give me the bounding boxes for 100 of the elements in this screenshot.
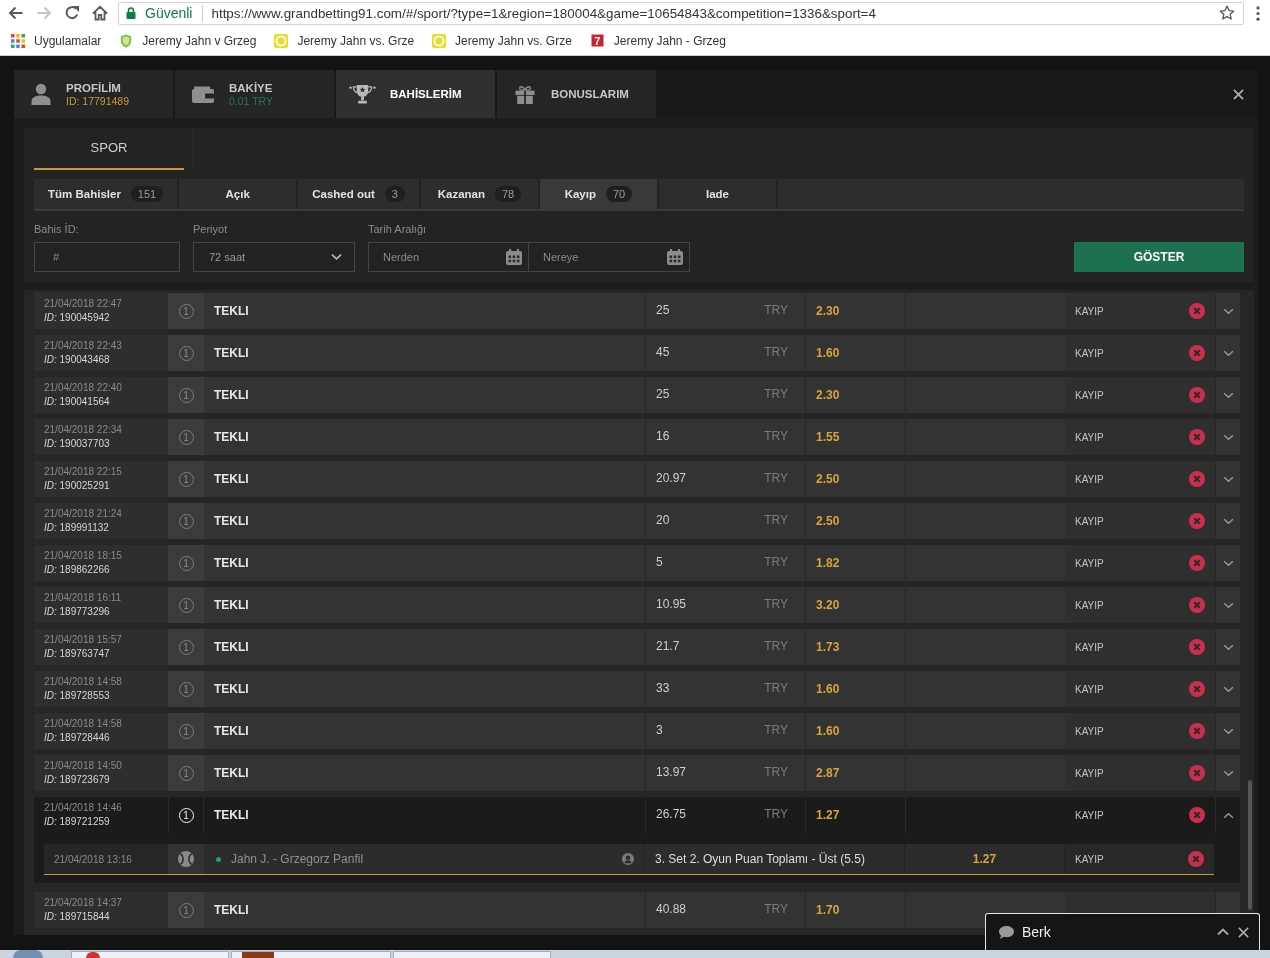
bet-date: 21/04/2018 15:57 (44, 633, 122, 647)
currency-label: TRY (764, 387, 788, 401)
bet-id: ID: 189728553 (44, 689, 110, 703)
field-label: Tarih Aralığı (368, 223, 427, 236)
bet-id-field[interactable]: # (34, 242, 180, 272)
period-dropdown[interactable]: 72 saat (193, 242, 355, 272)
bet-id: ID: 189862266 (44, 563, 110, 577)
filter-tab[interactable]: Kayıp 70 (539, 179, 657, 209)
count-badge: 70 (606, 186, 633, 202)
bet-type-cell: TEKLI (204, 335, 645, 371)
stake-amount: 25 (656, 387, 670, 401)
star-icon (1219, 5, 1235, 21)
expand-button[interactable] (1215, 755, 1240, 791)
odds-cell: 2.30 (805, 377, 905, 413)
currency-label: TRY (764, 345, 788, 359)
stake-amount: 21.7 (656, 639, 680, 653)
chevron-down-icon (1222, 685, 1234, 693)
expand-button[interactable] (1215, 671, 1240, 707)
currency-label: TRY (764, 513, 788, 527)
expand-button[interactable] (1215, 503, 1240, 539)
account-tab[interactable]: BAKİYE 0.01 TRY (175, 70, 334, 118)
expand-button[interactable] (1215, 293, 1240, 329)
chevron-down-icon (1222, 391, 1234, 399)
start-button[interactable] (13, 950, 43, 958)
currency-label: TRY (764, 639, 788, 653)
filter-tab[interactable]: Açık (179, 179, 297, 209)
expand-button[interactable] (1215, 461, 1240, 497)
date-to-field[interactable]: Nereye (529, 242, 660, 272)
app-icon (86, 952, 100, 958)
lock-icon (126, 7, 136, 19)
expand-button[interactable] (1215, 377, 1240, 413)
stake-amount: 25 (656, 303, 670, 317)
odds-cell: 1.55 (805, 419, 905, 455)
expand-button[interactable] (1215, 335, 1240, 371)
bookmark-item[interactable]: Jeremy Jahn vs. Grze (269, 28, 420, 53)
bet-type-cell: TEKLI (204, 892, 645, 928)
field-label: Bahis İD: (34, 223, 79, 236)
calendar-icon (666, 249, 683, 265)
odds-cell: 1.73 (805, 629, 905, 665)
taskbar-button[interactable] (231, 951, 391, 958)
bet-type-cell: TEKLI (204, 671, 645, 707)
bet-type-cell: TEKLI (204, 713, 645, 749)
bet-id: ID: 189763747 (44, 647, 110, 661)
bookmark-button[interactable] (1217, 3, 1237, 23)
expand-button[interactable] (1215, 419, 1240, 455)
bet-date: 21/04/2018 22:15 (44, 465, 122, 479)
status-text: KAYIP (1075, 389, 1104, 401)
status-text: KAYIP (1075, 725, 1104, 737)
ring-icon (432, 33, 447, 48)
expand-button[interactable] (1215, 587, 1240, 623)
bookmark-item[interactable]: Uygulamalar (6, 28, 107, 53)
bet-date: 21/04/2018 22:40 (44, 381, 122, 395)
bet-type-cell: TEKLI (204, 377, 645, 413)
odds-cell: 2.87 (805, 755, 905, 791)
address-bar[interactable]: Güvenli https://www.grandbetting91.com/#/sport/?type=1&region=180004&game=10654843&competition=1336&sport=4 (118, 1, 1244, 25)
bet-date: 21/04/2018 18:15 (44, 549, 122, 563)
status-text: KAYIP (1075, 853, 1104, 865)
account-tab[interactable]: BAHİSLERİM (336, 70, 495, 118)
filter-tab[interactable]: Cashed out 3 (298, 179, 419, 209)
menu-icon (1256, 5, 1260, 21)
bet-id: ID: 190045942 (44, 311, 110, 325)
filter-tab[interactable]: Iade (658, 179, 776, 209)
status-text: KAYIP (1075, 431, 1104, 443)
stake-amount: 26.75 (656, 807, 687, 821)
expand-button[interactable] (1215, 629, 1240, 665)
bet-id: ID: 190025291 (44, 479, 110, 493)
stake-amount: 20 (656, 513, 670, 527)
chat-widget[interactable]: Berk (985, 913, 1260, 950)
bet-date: 21/04/2018 21:24 (44, 507, 122, 521)
filter-tab[interactable]: Tüm Bahisler 151 (34, 179, 178, 209)
bet-type-cell: TEKLI (204, 629, 645, 665)
status-text: KAYIP (1075, 347, 1104, 359)
taskbar-button[interactable] (71, 951, 229, 958)
account-tab[interactable]: PROFİLİM ID: 17791489 (14, 70, 173, 118)
chevron-down-icon (1222, 307, 1234, 315)
calendar-button[interactable] (660, 242, 690, 272)
scrollbar-thumb[interactable] (1248, 780, 1252, 910)
number-tile: 7 (589, 33, 605, 48)
bet-type-cell: TEKLI (204, 587, 645, 623)
bet-date: 21/04/2018 14:50 (44, 759, 122, 773)
stake-amount: 16 (656, 429, 670, 443)
stake-amount: 40.88 (656, 902, 687, 916)
odds-cell: 3.20 (805, 587, 905, 623)
chevron-up-icon (1217, 928, 1229, 936)
count-badge: 151 (130, 186, 164, 202)
status-text: KAYIP (1075, 557, 1104, 569)
stake-amount: 10.95 (656, 597, 687, 611)
bookmark-item[interactable]: 7 Jeremy Jahn - Grzeg (584, 28, 731, 53)
expand-button[interactable] (1215, 713, 1240, 749)
arrow-right-icon (36, 5, 52, 21)
stake-amount: 5 (656, 555, 663, 569)
section-tab[interactable]: SPOR (34, 129, 184, 170)
bet-type-cell: TEKLI (204, 293, 645, 329)
filter-tab[interactable]: Kazanan 78 (420, 179, 538, 209)
bet-id: ID: 190043468 (44, 353, 110, 367)
show-button[interactable]: GÖSTER (1074, 242, 1244, 272)
bookmark-item[interactable]: Jeremy Jahn vs. Grze (427, 28, 577, 53)
account-tab[interactable]: BONUSLARIM (497, 70, 656, 118)
expand-button[interactable] (1215, 545, 1240, 581)
bookmark-item[interactable]: Jeremy Jahn v Grzeg (114, 28, 262, 53)
